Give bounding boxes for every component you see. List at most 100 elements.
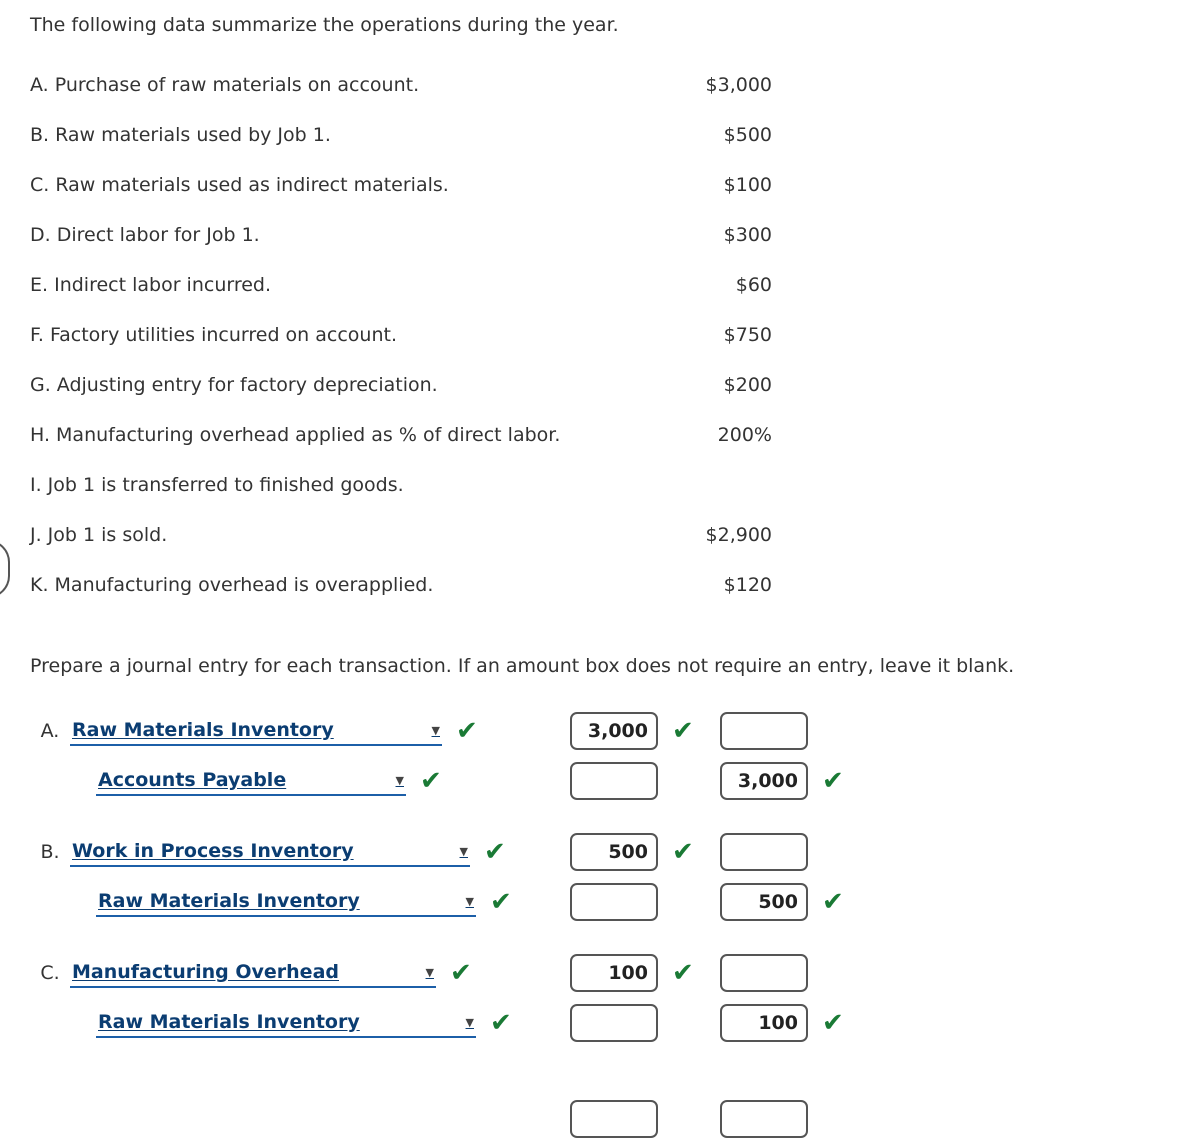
journal-line-accounts: A. Raw Materials Inventory ▼ ✔ — [30, 706, 478, 756]
account-correct-check-icon: ✔ — [490, 887, 512, 917]
chevron-down-icon: ▼ — [431, 724, 440, 737]
account-select-wrapper: Raw Materials Inventory ▼ — [96, 1008, 476, 1038]
account-select-value: Raw Materials Inventory — [72, 718, 334, 741]
data-item-amount: $200 — [723, 374, 772, 396]
data-item-amount: $100 — [723, 174, 772, 196]
credit-amount-input-next[interactable] — [720, 1100, 808, 1138]
journal-line-accounts: Raw Materials Inventory ▼ ✔ — [30, 998, 512, 1048]
entry-letter: B. — [40, 841, 60, 863]
debit-correct-check-icon: ✔ — [672, 837, 694, 867]
data-item-label: A. Purchase of raw materials on account. — [30, 74, 420, 96]
account-select-c2[interactable]: Raw Materials Inventory ▼ — [96, 1008, 476, 1038]
chevron-down-icon: ▼ — [459, 845, 468, 858]
account-select-a1[interactable]: Raw Materials Inventory ▼ — [70, 716, 442, 746]
account-select-wrapper: Work in Process Inventory ▼ — [70, 837, 470, 867]
journal-line: C. Manufacturing Overhead ▼ ✔ 100 ✔ — [30, 948, 1180, 998]
data-row: H. Manufacturing overhead applied as % o… — [30, 410, 790, 460]
debit-amount-input-c1[interactable]: 100 — [570, 954, 658, 992]
page-edge-arc — [0, 540, 10, 598]
credit-correct-check-icon: ✔ — [822, 887, 844, 917]
data-item-label: I. Job 1 is transferred to finished good… — [30, 474, 404, 496]
credit-amount-input-a1[interactable] — [720, 712, 808, 750]
journal-line: A. Raw Materials Inventory ▼ ✔ 3,000 ✔ — [30, 706, 1180, 756]
chevron-down-icon: ▼ — [465, 1016, 474, 1029]
credit-correct-check-icon: ✔ — [822, 766, 844, 796]
entry-letter: A. — [40, 720, 60, 742]
data-item-amount: $3,000 — [705, 74, 772, 96]
operations-data-list: A. Purchase of raw materials on account.… — [30, 60, 790, 610]
data-item-label: K. Manufacturing overhead is overapplied… — [30, 574, 434, 596]
account-select-wrapper: Raw Materials Inventory ▼ — [70, 716, 442, 746]
credit-amount-input-c1[interactable] — [720, 954, 808, 992]
account-select-wrapper: Raw Materials Inventory ▼ — [96, 887, 476, 917]
journal-line-credit: 500 ✔ — [720, 877, 844, 927]
account-select-c1[interactable]: Manufacturing Overhead ▼ — [70, 958, 436, 988]
account-select-value: Raw Materials Inventory — [98, 1010, 360, 1033]
credit-amount-input-a2[interactable]: 3,000 — [720, 762, 808, 800]
debit-amount-input-b2[interactable] — [570, 883, 658, 921]
data-item-label: D. Direct labor for Job 1. — [30, 224, 260, 246]
journal-entry-group-c: C. Manufacturing Overhead ▼ ✔ 100 ✔ Raw … — [30, 948, 1180, 1048]
data-item-label: J. Job 1 is sold. — [30, 524, 168, 546]
debit-amount-input-c2[interactable] — [570, 1004, 658, 1042]
chevron-down-icon: ▼ — [395, 774, 404, 787]
data-row: E. Indirect labor incurred. $60 — [30, 260, 790, 310]
debit-amount-input-next[interactable] — [570, 1100, 658, 1138]
journal-line-debit: 500 ✔ — [570, 827, 694, 877]
journal-line-debit: 3,000 ✔ — [570, 706, 694, 756]
journal-line-credit — [720, 706, 822, 756]
data-row: C. Raw materials used as indirect materi… — [30, 160, 790, 210]
credit-amount-input-b2[interactable]: 500 — [720, 883, 808, 921]
account-correct-check-icon: ✔ — [450, 958, 472, 988]
data-row: B. Raw materials used by Job 1. $500 — [30, 110, 790, 160]
debit-amount-input-a2[interactable] — [570, 762, 658, 800]
debit-amount-input-a1[interactable]: 3,000 — [570, 712, 658, 750]
account-correct-check-icon: ✔ — [490, 1008, 512, 1038]
journal-line-credit — [720, 827, 808, 877]
account-select-wrapper: Manufacturing Overhead ▼ — [70, 958, 436, 988]
account-select-b1[interactable]: Work in Process Inventory ▼ — [70, 837, 470, 867]
data-row: J. Job 1 is sold. $2,900 — [30, 510, 790, 560]
journal-line: Raw Materials Inventory ▼ ✔ 500 ✔ — [30, 877, 1180, 927]
data-item-amount: $2,900 — [705, 524, 772, 546]
journal-line-debit: 100 ✔ — [570, 948, 694, 998]
journal-line: Accounts Payable ▼ ✔ 3,000 ✔ — [30, 756, 1180, 806]
account-correct-check-icon: ✔ — [420, 766, 442, 796]
credit-correct-check-icon: ✔ — [822, 1008, 844, 1038]
data-item-amount: 200% — [717, 424, 772, 446]
journal-entry-group-a: A. Raw Materials Inventory ▼ ✔ 3,000 ✔ A… — [30, 706, 1180, 806]
journal-line-credit: 100 ✔ — [720, 998, 844, 1048]
account-select-value: Accounts Payable — [98, 768, 287, 791]
journal-entry-form: A. Raw Materials Inventory ▼ ✔ 3,000 ✔ A… — [30, 706, 1180, 1069]
journal-line-credit: 3,000 ✔ — [720, 756, 844, 806]
data-row: D. Direct labor for Job 1. $300 — [30, 210, 790, 260]
next-row-peek — [570, 1100, 808, 1138]
data-item-label: E. Indirect labor incurred. — [30, 274, 272, 296]
account-select-a2[interactable]: Accounts Payable ▼ — [96, 766, 406, 796]
data-item-amount: $120 — [723, 574, 772, 596]
debit-amount-input-b1[interactable]: 500 — [570, 833, 658, 871]
journal-line: B. Work in Process Inventory ▼ ✔ 500 ✔ — [30, 827, 1180, 877]
data-item-amount: $60 — [735, 274, 772, 296]
account-select-wrapper: Accounts Payable ▼ — [96, 766, 406, 796]
journal-line-debit — [570, 998, 658, 1048]
data-item-label: H. Manufacturing overhead applied as % o… — [30, 424, 561, 446]
data-item-label: F. Factory utilities incurred on account… — [30, 324, 397, 346]
data-row: K. Manufacturing overhead is overapplied… — [30, 560, 790, 610]
intro-text: The following data summarize the operati… — [30, 14, 619, 36]
data-row: I. Job 1 is transferred to finished good… — [30, 460, 790, 510]
data-row: G. Adjusting entry for factory depreciat… — [30, 360, 790, 410]
data-row: A. Purchase of raw materials on account.… — [30, 60, 790, 110]
account-select-b2[interactable]: Raw Materials Inventory ▼ — [96, 887, 476, 917]
chevron-down-icon: ▼ — [465, 895, 474, 908]
entry-letter: C. — [40, 962, 60, 984]
credit-amount-input-c2[interactable]: 100 — [720, 1004, 808, 1042]
data-item-label: G. Adjusting entry for factory depreciat… — [30, 374, 438, 396]
journal-line: Raw Materials Inventory ▼ ✔ 100 ✔ — [30, 998, 1180, 1048]
journal-line-debit — [570, 756, 658, 806]
account-select-value: Raw Materials Inventory — [98, 889, 360, 912]
journal-line-accounts: B. Work in Process Inventory ▼ ✔ — [30, 827, 506, 877]
account-correct-check-icon: ✔ — [456, 716, 478, 746]
credit-amount-input-b1[interactable] — [720, 833, 808, 871]
journal-line-credit — [720, 948, 808, 998]
